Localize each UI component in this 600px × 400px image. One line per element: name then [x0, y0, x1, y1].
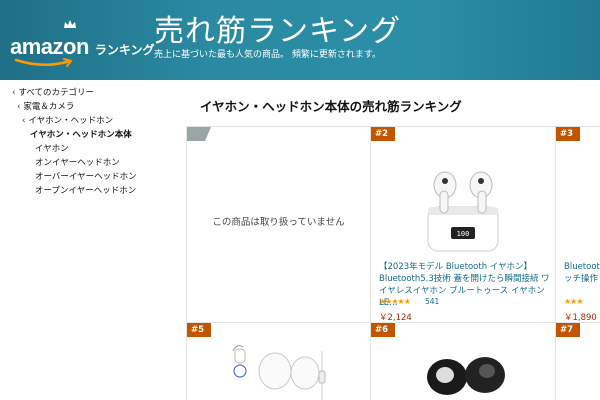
unavailable-message: この商品は取り扱っていません	[212, 217, 345, 228]
ranking-banner: amazon ランキング 売れ筋ランキング 売上に基づいた最も人気の商品。 頻繁…	[0, 0, 600, 80]
category-sidebar: ‹ すべてのカテゴリー ‹ 家電＆カメラ ‹ イヤホン・ヘッドホン イヤホン・ヘッドホ…	[0, 80, 186, 400]
logo-text: amazon	[10, 34, 89, 59]
sidebar-item-current-category: イヤホン・ヘッドホン本体	[30, 128, 132, 140]
smile-arrow-icon	[14, 58, 73, 67]
amazon-ranking-logo[interactable]: amazon ランキング	[10, 34, 155, 60]
rank-badge: #5	[187, 323, 211, 337]
logo-sub: ランキング	[94, 43, 155, 57]
banner-title: 売れ筋ランキング	[154, 14, 402, 49]
chevron-left-icon: ‹	[12, 88, 16, 98]
chevron-left-icon: ‹	[22, 116, 26, 126]
rank-badge: #2	[371, 127, 395, 141]
sidebar-item-label: オンイヤーヘッドホン	[35, 158, 120, 168]
rank-badge: #3	[556, 127, 580, 141]
product-price: ￥2,124	[379, 313, 412, 322]
sidebar-item-all-categories[interactable]: ‹ すべてのカテゴリー	[12, 86, 94, 98]
sidebar-item-label: イヤホン・ヘッドホン	[28, 116, 114, 126]
sidebar-item-label: イヤホン	[35, 144, 69, 154]
page-title: イヤホン・ヘッドホン本体の売れ筋ランキング	[200, 99, 462, 114]
product-price: ￥1,890	[564, 313, 597, 322]
product-card[interactable]: #2 100 【2023年モデル Bluetooth イヤホン】Bluetoot…	[371, 127, 555, 322]
ranking-main: イヤホン・ヘッドホン本体の売れ筋ランキング この商品は取り扱っていません #2 …	[186, 80, 600, 400]
crown-icon	[64, 20, 76, 28]
product-title-continued[interactable]: ッチ操作 3	[564, 273, 600, 285]
svg-text:100: 100	[457, 230, 470, 238]
product-card[interactable]: #7	[556, 323, 600, 400]
sidebar-item-over-ear[interactable]: オーバーイヤーヘッドホン	[35, 170, 137, 182]
rank-badge: #6	[371, 323, 395, 337]
review-count[interactable]: 541	[425, 297, 439, 306]
chevron-left-icon: ‹	[17, 102, 21, 112]
product-title-link[interactable]: Bluetooth	[564, 261, 600, 273]
sidebar-item-open-ear[interactable]: オープンイヤーヘッドホン	[35, 184, 136, 196]
banner-subtitle: 売上に基づいた最も人気の商品。 頻繁に更新されます。	[154, 50, 381, 60]
sidebar-item-label: オーバーイヤーヘッドホン	[35, 172, 137, 182]
earbuds-product-image[interactable]	[421, 345, 511, 400]
product-card[interactable]: #3 Bluetooth ッチ操作 3 ★★★ ￥1,890	[556, 127, 600, 322]
rank-badge	[187, 127, 211, 141]
sidebar-item-earphones[interactable]: イヤホン	[35, 142, 69, 154]
sidebar-item-label: イヤホン・ヘッドホン本体	[30, 130, 132, 140]
sidebar-item-label: オープンイヤーヘッドホン	[35, 186, 137, 196]
sidebar-item-earphones-headphones[interactable]: ‹ イヤホン・ヘッドホン	[22, 114, 113, 126]
rank-badge: #7	[556, 323, 580, 337]
earbuds-product-image[interactable]: 100	[423, 155, 503, 255]
star-rating[interactable]: ★★★★★	[379, 297, 411, 306]
earbuds-product-image[interactable]	[227, 341, 337, 400]
star-rating[interactable]: ★★★	[564, 297, 583, 306]
product-card[interactable]: #6	[371, 323, 555, 400]
product-card: この商品は取り扱っていません	[187, 127, 370, 322]
sidebar-item-on-ear[interactable]: オンイヤーヘッドホン	[35, 156, 120, 168]
product-card[interactable]: #5	[187, 323, 370, 400]
sidebar-item-label: 家電＆カメラ	[23, 102, 75, 112]
sidebar-item-label: すべてのカテゴリー	[18, 88, 94, 98]
sidebar-item-electronics[interactable]: ‹ 家電＆カメラ	[17, 100, 74, 112]
